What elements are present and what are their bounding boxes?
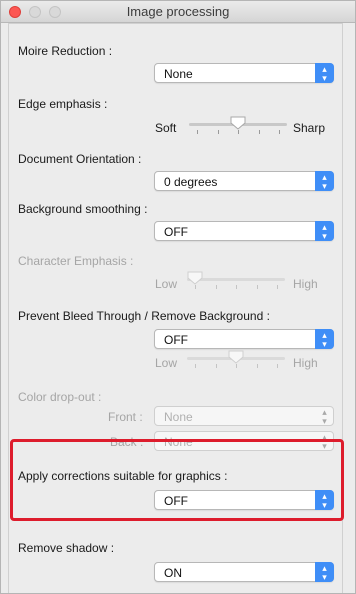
title-bar: Image processing bbox=[1, 1, 355, 23]
character-emphasis-low-label: Low bbox=[155, 277, 178, 291]
slider-tick bbox=[257, 364, 258, 368]
window-title: Image processing bbox=[126, 4, 230, 19]
bleed-through-select[interactable]: OFF ▴ ▾ bbox=[154, 329, 334, 349]
slider-knob bbox=[228, 350, 244, 364]
slider-tick bbox=[236, 285, 237, 289]
color-dropout-front-value: None bbox=[164, 410, 193, 424]
color-dropout-label: Color drop-out : bbox=[18, 390, 102, 404]
remove-shadow-select[interactable]: ON ▴ ▾ bbox=[154, 562, 334, 582]
document-orientation-value: 0 degrees bbox=[164, 175, 218, 189]
color-dropout-front-select: None ▴ ▾ bbox=[154, 406, 334, 426]
edge-emphasis-sharp-label: Sharp bbox=[293, 121, 326, 135]
slider-tick bbox=[195, 285, 196, 289]
character-emphasis-slider bbox=[187, 271, 285, 291]
bleed-through-label: Prevent Bleed Through / Remove Backgroun… bbox=[18, 309, 270, 323]
edge-emphasis-slider[interactable] bbox=[189, 116, 287, 136]
background-smoothing-select[interactable]: OFF ▴ ▾ bbox=[154, 221, 334, 241]
background-smoothing-label: Background smoothing : bbox=[18, 202, 148, 216]
select-arrows-icon: ▴ ▾ bbox=[315, 221, 334, 241]
slider-tick bbox=[216, 285, 217, 289]
document-orientation-select[interactable]: 0 degrees ▴ ▾ bbox=[154, 171, 334, 191]
slider-tick bbox=[238, 130, 239, 134]
remove-shadow-value: ON bbox=[164, 566, 182, 580]
slider-tick bbox=[277, 285, 278, 289]
remove-shadow-label: Remove shadow : bbox=[18, 541, 115, 555]
bleed-through-high-label: High bbox=[293, 356, 318, 370]
edge-emphasis-soft-label: Soft bbox=[155, 121, 177, 135]
slider-tick bbox=[277, 364, 278, 368]
bleed-through-low-label: Low bbox=[155, 356, 178, 370]
moire-reduction-value: None bbox=[164, 67, 193, 81]
slider-tick bbox=[216, 364, 217, 368]
highlight-box bbox=[10, 439, 344, 521]
select-arrows-icon: ▴ ▾ bbox=[315, 329, 334, 349]
slider-tick bbox=[195, 364, 196, 368]
image-processing-window: Image processing Moire Reduction : None … bbox=[0, 0, 356, 594]
slider-tick bbox=[218, 130, 219, 134]
color-dropout-front-label: Front : bbox=[108, 410, 143, 424]
slider-tick bbox=[197, 130, 198, 134]
background-smoothing-value: OFF bbox=[164, 225, 188, 239]
bleed-through-slider bbox=[187, 350, 285, 370]
moire-reduction-label: Moire Reduction : bbox=[18, 44, 113, 58]
select-arrows-icon: ▴ ▾ bbox=[315, 562, 334, 582]
moire-reduction-select[interactable]: None ▴ ▾ bbox=[154, 63, 334, 83]
edge-emphasis-label: Edge emphasis : bbox=[18, 97, 108, 111]
slider-knob[interactable] bbox=[230, 116, 246, 130]
select-arrows-icon: ▴ ▾ bbox=[315, 63, 334, 83]
slider-tick bbox=[259, 130, 260, 134]
slider-tick bbox=[257, 285, 258, 289]
select-arrows-icon: ▴ ▾ bbox=[315, 171, 334, 191]
document-orientation-label: Document Orientation : bbox=[18, 152, 142, 166]
slider-tick bbox=[279, 130, 280, 134]
character-emphasis-high-label: High bbox=[293, 277, 318, 291]
slider-tick bbox=[236, 364, 237, 368]
character-emphasis-label: Character Emphasis : bbox=[18, 254, 134, 268]
select-arrows-icon: ▴ ▾ bbox=[322, 407, 327, 426]
bleed-through-value: OFF bbox=[164, 333, 188, 347]
slider-knob bbox=[187, 271, 203, 285]
